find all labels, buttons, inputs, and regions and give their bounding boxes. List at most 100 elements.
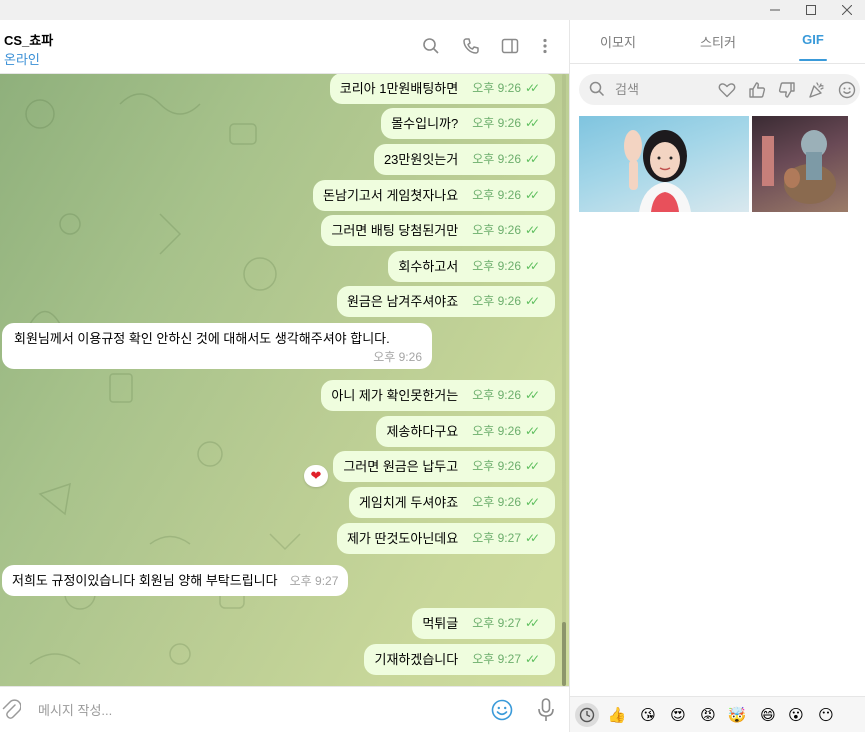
double-check-icon: ✓✓ xyxy=(525,388,540,402)
emoji-surprised[interactable]: 😮 xyxy=(784,703,808,727)
outgoing-message[interactable]: 게임치게 두셔야죠 오후 9:26 ✓✓ xyxy=(348,487,555,518)
search-icon xyxy=(589,81,605,97)
outgoing-message[interactable]: 원금은 남겨주셔야죠 오후 9:26 ✓✓ xyxy=(336,286,555,317)
tab-emoji[interactable]: 이모지 xyxy=(590,32,646,54)
gif-woman-waving[interactable] xyxy=(579,116,749,212)
microphone-icon[interactable] xyxy=(535,697,557,723)
double-check-icon: ✓✓ xyxy=(525,152,540,166)
chat-scrollbar[interactable] xyxy=(562,74,566,686)
double-check-icon: ✓✓ xyxy=(525,81,540,95)
message-text: 돈남기고서 게임쳣자나요 xyxy=(323,188,459,203)
chat-title[interactable]: CS_쵸파 xyxy=(4,30,53,49)
tabs-divider xyxy=(570,63,865,64)
paperclip-icon[interactable] xyxy=(0,697,22,723)
message-text: 회수하고서 xyxy=(398,259,459,274)
message-time: 오후 9:26 xyxy=(472,223,521,237)
incoming-message[interactable]: 저희도 규정이있습니다 회원님 양해 부탁드립니다 오후 9:27 xyxy=(2,565,349,596)
outgoing-message[interactable]: 코리아 1만원배팅하면 오후 9:26 ✓✓ xyxy=(329,74,555,104)
recent-emoji-bar: 👍 😘 😍 😡 🤯 😄 😮 😶 xyxy=(570,696,865,732)
outgoing-message[interactable]: 그러면 배팅 당첨된거만 오후 9:26 ✓✓ xyxy=(321,215,555,246)
tab-sticker[interactable]: 스티커 xyxy=(690,32,746,54)
double-check-icon: ✓✓ xyxy=(525,116,540,130)
double-check-icon: ✓✓ xyxy=(525,259,540,273)
outgoing-message[interactable]: 아니 제가 확인못한거는 오후 9:26 ✓✓ xyxy=(321,380,555,411)
emoji-exploding-head[interactable]: 🤯 xyxy=(725,703,749,727)
maximize-icon[interactable] xyxy=(796,0,826,20)
active-tab-indicator xyxy=(799,59,827,61)
message-time: 오후 9:26 xyxy=(472,81,521,95)
message-text: 기재하겠습니다 xyxy=(374,652,459,667)
outgoing-message[interactable]: 제송하다구요 오후 9:26 ✓✓ xyxy=(376,416,555,447)
smile-icon[interactable] xyxy=(837,80,857,100)
sidebar-icon[interactable] xyxy=(499,35,521,57)
clock-icon[interactable] xyxy=(575,703,599,727)
chat-scroll-thumb[interactable] xyxy=(562,622,566,686)
emoji-grin[interactable]: 😄 xyxy=(756,703,780,727)
close-icon[interactable] xyxy=(832,0,862,20)
double-check-icon: ✓✓ xyxy=(525,495,540,509)
outgoing-message[interactable]: 23만원잇는거 오후 9:26 ✓✓ xyxy=(373,144,555,175)
minimize-icon[interactable] xyxy=(760,0,790,20)
message-text: 그러면 원금은 납두고 xyxy=(343,459,459,474)
double-check-icon: ✓✓ xyxy=(525,531,540,545)
message-time: 오후 9:27 xyxy=(472,531,521,545)
emoji-angry[interactable]: 😡 xyxy=(696,703,720,727)
message-text: 23만원잇는거 xyxy=(383,152,459,167)
outgoing-message[interactable]: 그러면 원금은 납두고 오후 9:26 ✓✓ xyxy=(333,451,555,482)
chat-messages-area[interactable]: 코리아 1만원배팅하면 오후 9:26 ✓✓ 몰수입니까? 오후 9:26 ✓✓ 23만원잇… xyxy=(0,74,569,686)
outgoing-message[interactable]: 먹튀글 오후 9:27 ✓✓ xyxy=(412,608,555,639)
outgoing-message[interactable]: 몰수입니까? 오후 9:26 ✓✓ xyxy=(381,108,555,139)
message-text: 제송하다구요 xyxy=(386,424,459,439)
message-time: 오후 9:26 xyxy=(472,424,521,438)
phone-icon[interactable] xyxy=(460,35,482,57)
message-time: 오후 9:26 xyxy=(472,259,521,273)
message-time: 오후 9:26 xyxy=(472,152,521,166)
outgoing-message[interactable]: 제가 딴것도아닌데요 오후 9:27 ✓✓ xyxy=(336,523,555,554)
thumbs-up-icon[interactable] xyxy=(747,80,767,100)
double-check-icon: ✓✓ xyxy=(525,188,540,202)
message-text: 아니 제가 확인못한거는 xyxy=(331,388,459,403)
tab-gif[interactable]: GIF xyxy=(788,32,838,54)
outgoing-message[interactable]: 기재하겠습니다 오후 9:27 ✓✓ xyxy=(364,644,555,675)
more-icon[interactable] xyxy=(534,35,556,57)
message-text: 몰수입니까? xyxy=(391,116,459,131)
message-time: 오후 9:26 xyxy=(472,294,521,308)
double-check-icon: ✓✓ xyxy=(525,223,540,237)
message-input[interactable] xyxy=(38,700,458,720)
thumbs-down-icon[interactable] xyxy=(777,80,797,100)
double-check-icon: ✓✓ xyxy=(525,459,540,473)
emoji-kiss[interactable]: 😘 xyxy=(636,703,660,727)
message-text: 저희도 규정이있습니다 회원님 양해 부탁드립니다 xyxy=(12,573,278,588)
incoming-message[interactable]: 회원님께서 이용규정 확인 안하신 것에 대해서도 생각해주셔야 합니다. 오후 … xyxy=(2,323,432,369)
message-time: 오후 9:26 xyxy=(472,188,521,202)
message-text: 회원님께서 이용규정 확인 안하신 것에 대해서도 생각해주셔야 합니다. xyxy=(14,331,390,346)
emoji-heart-eyes[interactable]: 😍 xyxy=(666,703,690,727)
double-check-icon: ✓✓ xyxy=(525,616,540,630)
gif-search-input[interactable] xyxy=(615,80,715,99)
message-time: 오후 9:27 xyxy=(472,652,521,666)
heart-icon[interactable] xyxy=(717,80,737,100)
heart-reaction[interactable]: ❤ xyxy=(304,465,328,487)
smile-icon[interactable] xyxy=(490,698,514,722)
message-input-bar xyxy=(0,686,569,732)
message-time: 오후 9:26 xyxy=(472,388,521,402)
double-check-icon: ✓✓ xyxy=(525,294,540,308)
gif-cartoon-characters[interactable] xyxy=(752,116,848,212)
message-text: 원금은 남겨주셔야죠 xyxy=(346,294,459,309)
search-icon[interactable] xyxy=(420,35,442,57)
outgoing-message[interactable]: 돈남기고서 게임쳣자나요 오후 9:26 ✓✓ xyxy=(313,180,555,211)
message-time: 오후 9:27 xyxy=(289,574,339,588)
party-icon[interactable] xyxy=(807,80,827,100)
message-time: 오후 9:26 xyxy=(472,116,521,130)
message-text: 제가 딴것도아닌데요 xyxy=(346,531,459,546)
emoji-gif-panel: 이모지 스티커 GIF 검색 👍 😘 😍 😡 🤯 😄 😮 😶 xyxy=(570,20,865,732)
emoji-no-mouth[interactable]: 😶 xyxy=(814,703,838,727)
message-text: 먹튀글 xyxy=(422,616,459,631)
message-time: 오후 9:26 xyxy=(472,495,521,509)
emoji-thumbs-up[interactable]: 👍 xyxy=(605,703,629,727)
chat-header: CS_쵸파 온라인 xyxy=(0,20,569,74)
message-time: 오후 9:27 xyxy=(472,616,521,630)
double-check-icon: ✓✓ xyxy=(525,424,540,438)
outgoing-message[interactable]: 회수하고서 오후 9:26 ✓✓ xyxy=(388,251,555,282)
message-time: 오후 9:26 xyxy=(373,350,422,364)
